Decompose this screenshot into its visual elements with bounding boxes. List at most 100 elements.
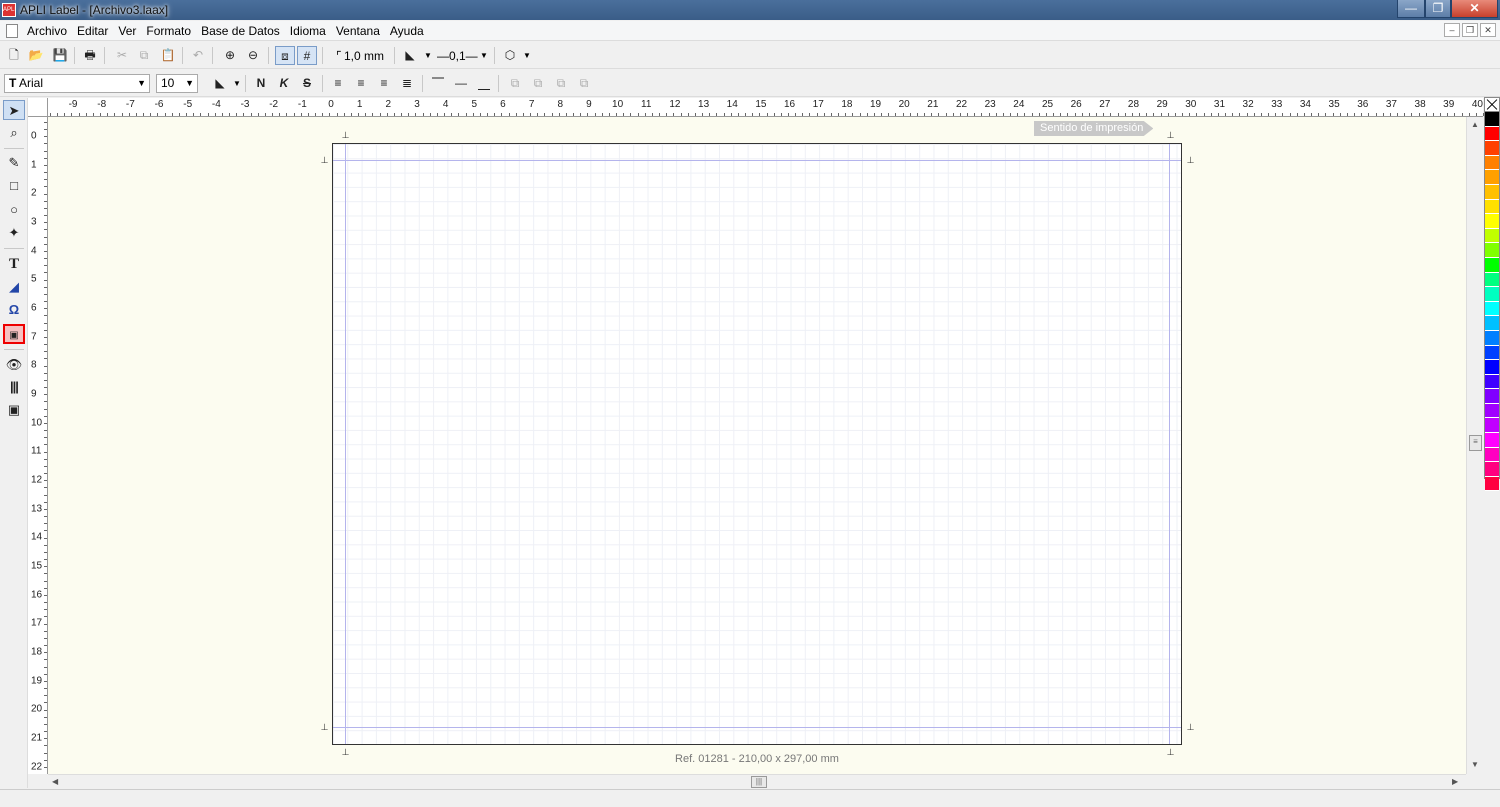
valign-middle-icon[interactable]: — <box>451 74 471 93</box>
color-swatch[interactable] <box>1485 199 1499 215</box>
margin-handle-icon[interactable]: ⊥ <box>320 723 329 732</box>
send-back-icon[interactable]: ⧉ <box>528 74 548 93</box>
ellipse-icon[interactable]: ○ <box>3 200 25 220</box>
line-width-value[interactable]: —0,1— <box>437 49 478 63</box>
frame-tool-icon[interactable]: ▣ <box>3 400 25 420</box>
color-swatch[interactable] <box>1485 462 1499 477</box>
rectangle-icon[interactable]: □ <box>3 176 25 196</box>
italic-button[interactable]: K <box>274 74 294 93</box>
align-left-icon[interactable]: ≡ <box>328 74 348 93</box>
scroll-up-icon[interactable]: ▲ <box>1471 120 1479 129</box>
symbol-omega-icon[interactable]: Ω <box>3 300 25 320</box>
color-swatch[interactable] <box>1485 345 1499 361</box>
menu-ver[interactable]: Ver <box>113 24 141 38</box>
color-swatch[interactable] <box>1485 433 1499 448</box>
color-swatch[interactable] <box>1485 316 1499 331</box>
mdi-close-button[interactable]: ✕ <box>1480 23 1496 37</box>
new-file-icon[interactable]: 🗋 <box>4 46 24 65</box>
margin-handle-icon[interactable]: ⊥ <box>1186 156 1195 165</box>
menu-ventana[interactable]: Ventana <box>331 24 385 38</box>
vertical-scrollbar[interactable]: ▲ ≡ ▼ <box>1466 117 1483 774</box>
color-swatch[interactable] <box>1485 257 1499 273</box>
shapes-icon[interactable]: ✦ <box>3 223 25 243</box>
menu-base-de-datos[interactable]: Base de Datos <box>196 24 285 38</box>
margin-handle-icon[interactable]: ⊥ <box>341 131 350 140</box>
color-swatch[interactable] <box>1485 476 1499 492</box>
strikethrough-button[interactable]: S <box>297 74 317 93</box>
art-text-icon[interactable]: ◢ <box>3 277 25 297</box>
color-swatch[interactable] <box>1485 272 1499 288</box>
bold-button[interactable]: N <box>251 74 271 93</box>
pencil-icon[interactable]: ✎ <box>3 153 25 173</box>
zoom-tool-icon[interactable]: ⌕ <box>3 123 25 143</box>
menu-editar[interactable]: Editar <box>72 24 113 38</box>
copy-icon[interactable]: ⧉ <box>134 46 154 65</box>
mdi-minimize-button[interactable]: – <box>1444 23 1460 37</box>
grid-step-value[interactable]: 1,0 mm <box>344 49 384 63</box>
align-right-icon[interactable]: ≡ <box>374 74 394 93</box>
color-swatch[interactable] <box>1485 228 1499 244</box>
fill-color-dropdown-icon[interactable]: ▼ <box>424 51 432 60</box>
minimize-button[interactable]: — <box>1397 0 1425 18</box>
cut-icon[interactable]: ✂ <box>112 46 132 65</box>
color-swatch[interactable] <box>1485 155 1499 171</box>
color-swatch[interactable] <box>1485 214 1499 229</box>
grid-toggle-icon[interactable]: # <box>297 46 317 65</box>
valign-bottom-icon[interactable]: ⎽ <box>474 74 494 93</box>
margin-handle-icon[interactable]: ⊥ <box>1166 131 1175 140</box>
print-icon[interactable]: 🖶 <box>80 46 100 65</box>
zoom-in-icon[interactable]: ⊕ <box>220 46 240 65</box>
scroll-thumb[interactable]: ≡ <box>1469 435 1482 451</box>
valign-top-icon[interactable]: ⎺ <box>428 74 448 93</box>
color-swatch[interactable] <box>1485 374 1499 390</box>
text-color-icon[interactable]: ◣ <box>210 74 230 93</box>
menu-ayuda[interactable]: Ayuda <box>385 24 429 38</box>
color-swatch[interactable] <box>1485 360 1499 375</box>
scroll-down-icon[interactable]: ▼ <box>1471 760 1479 769</box>
color-swatch[interactable] <box>1485 170 1499 185</box>
color-swatch[interactable] <box>1485 418 1499 434</box>
label-page[interactable] <box>332 143 1182 745</box>
fill-color-icon[interactable]: ◣ <box>400 46 420 65</box>
align-justify-icon[interactable]: ≣ <box>397 74 417 93</box>
no-color-swatch[interactable] <box>1485 98 1499 112</box>
shape-style-dropdown-icon[interactable]: ▼ <box>523 51 531 60</box>
font-select[interactable]: T Arial ▼ <box>4 74 150 93</box>
color-swatch[interactable] <box>1485 243 1499 258</box>
send-backward-icon[interactable]: ⧉ <box>574 74 594 93</box>
pointer-icon[interactable]: ➤ <box>3 100 25 120</box>
close-button[interactable]: ✕ <box>1451 0 1498 18</box>
bring-forward-icon[interactable]: ⧉ <box>551 74 571 93</box>
text-color-dropdown-icon[interactable]: ▼ <box>233 79 241 88</box>
paste-icon[interactable]: 📋 <box>158 46 178 65</box>
mdi-restore-button[interactable]: ❐ <box>1462 23 1478 37</box>
menu-idioma[interactable]: Idioma <box>285 24 331 38</box>
barcode-icon[interactable]: ||| <box>3 377 25 397</box>
document-icon[interactable] <box>6 24 18 38</box>
align-center-icon[interactable]: ≡ <box>351 74 371 93</box>
scroll-right-icon[interactable]: ▶ <box>1452 777 1458 786</box>
bring-front-icon[interactable]: ⧉ <box>505 74 525 93</box>
color-swatch[interactable] <box>1485 389 1499 404</box>
snap-to-grid-icon[interactable]: ⧈ <box>275 46 295 65</box>
shape-style-icon[interactable]: ⬡ <box>500 46 520 65</box>
color-swatch[interactable] <box>1485 287 1499 302</box>
font-size-select[interactable]: 10 ▼ <box>156 74 198 93</box>
text-tool-icon[interactable]: T <box>3 254 25 274</box>
color-swatch[interactable] <box>1485 184 1499 200</box>
image-tool-icon[interactable]: ▣ <box>3 324 25 344</box>
menu-formato[interactable]: Formato <box>141 24 196 38</box>
margin-handle-icon[interactable]: ⊥ <box>320 156 329 165</box>
open-folder-icon[interactable]: 📂 <box>26 46 46 65</box>
color-swatch[interactable] <box>1485 447 1499 463</box>
save-icon[interactable]: 💾 <box>50 46 70 65</box>
horizontal-scrollbar[interactable]: ◀ ||| ▶ <box>48 774 1466 788</box>
design-canvas[interactable]: Sentido de impresión ⊥ ⊥ ⊥ ⊥ ⊥ ⊥ ⊥ ⊥ Ref… <box>48 117 1466 774</box>
margin-handle-icon[interactable]: ⊥ <box>1186 723 1195 732</box>
undo-icon[interactable]: ↶ <box>188 46 208 65</box>
zoom-out-icon[interactable]: ⊖ <box>243 46 263 65</box>
color-swatch[interactable] <box>1485 112 1499 127</box>
scroll-left-icon[interactable]: ◀ <box>52 777 58 786</box>
maximize-button[interactable]: ❐ <box>1425 0 1451 18</box>
line-width-dropdown-icon[interactable]: ▼ <box>480 51 488 60</box>
